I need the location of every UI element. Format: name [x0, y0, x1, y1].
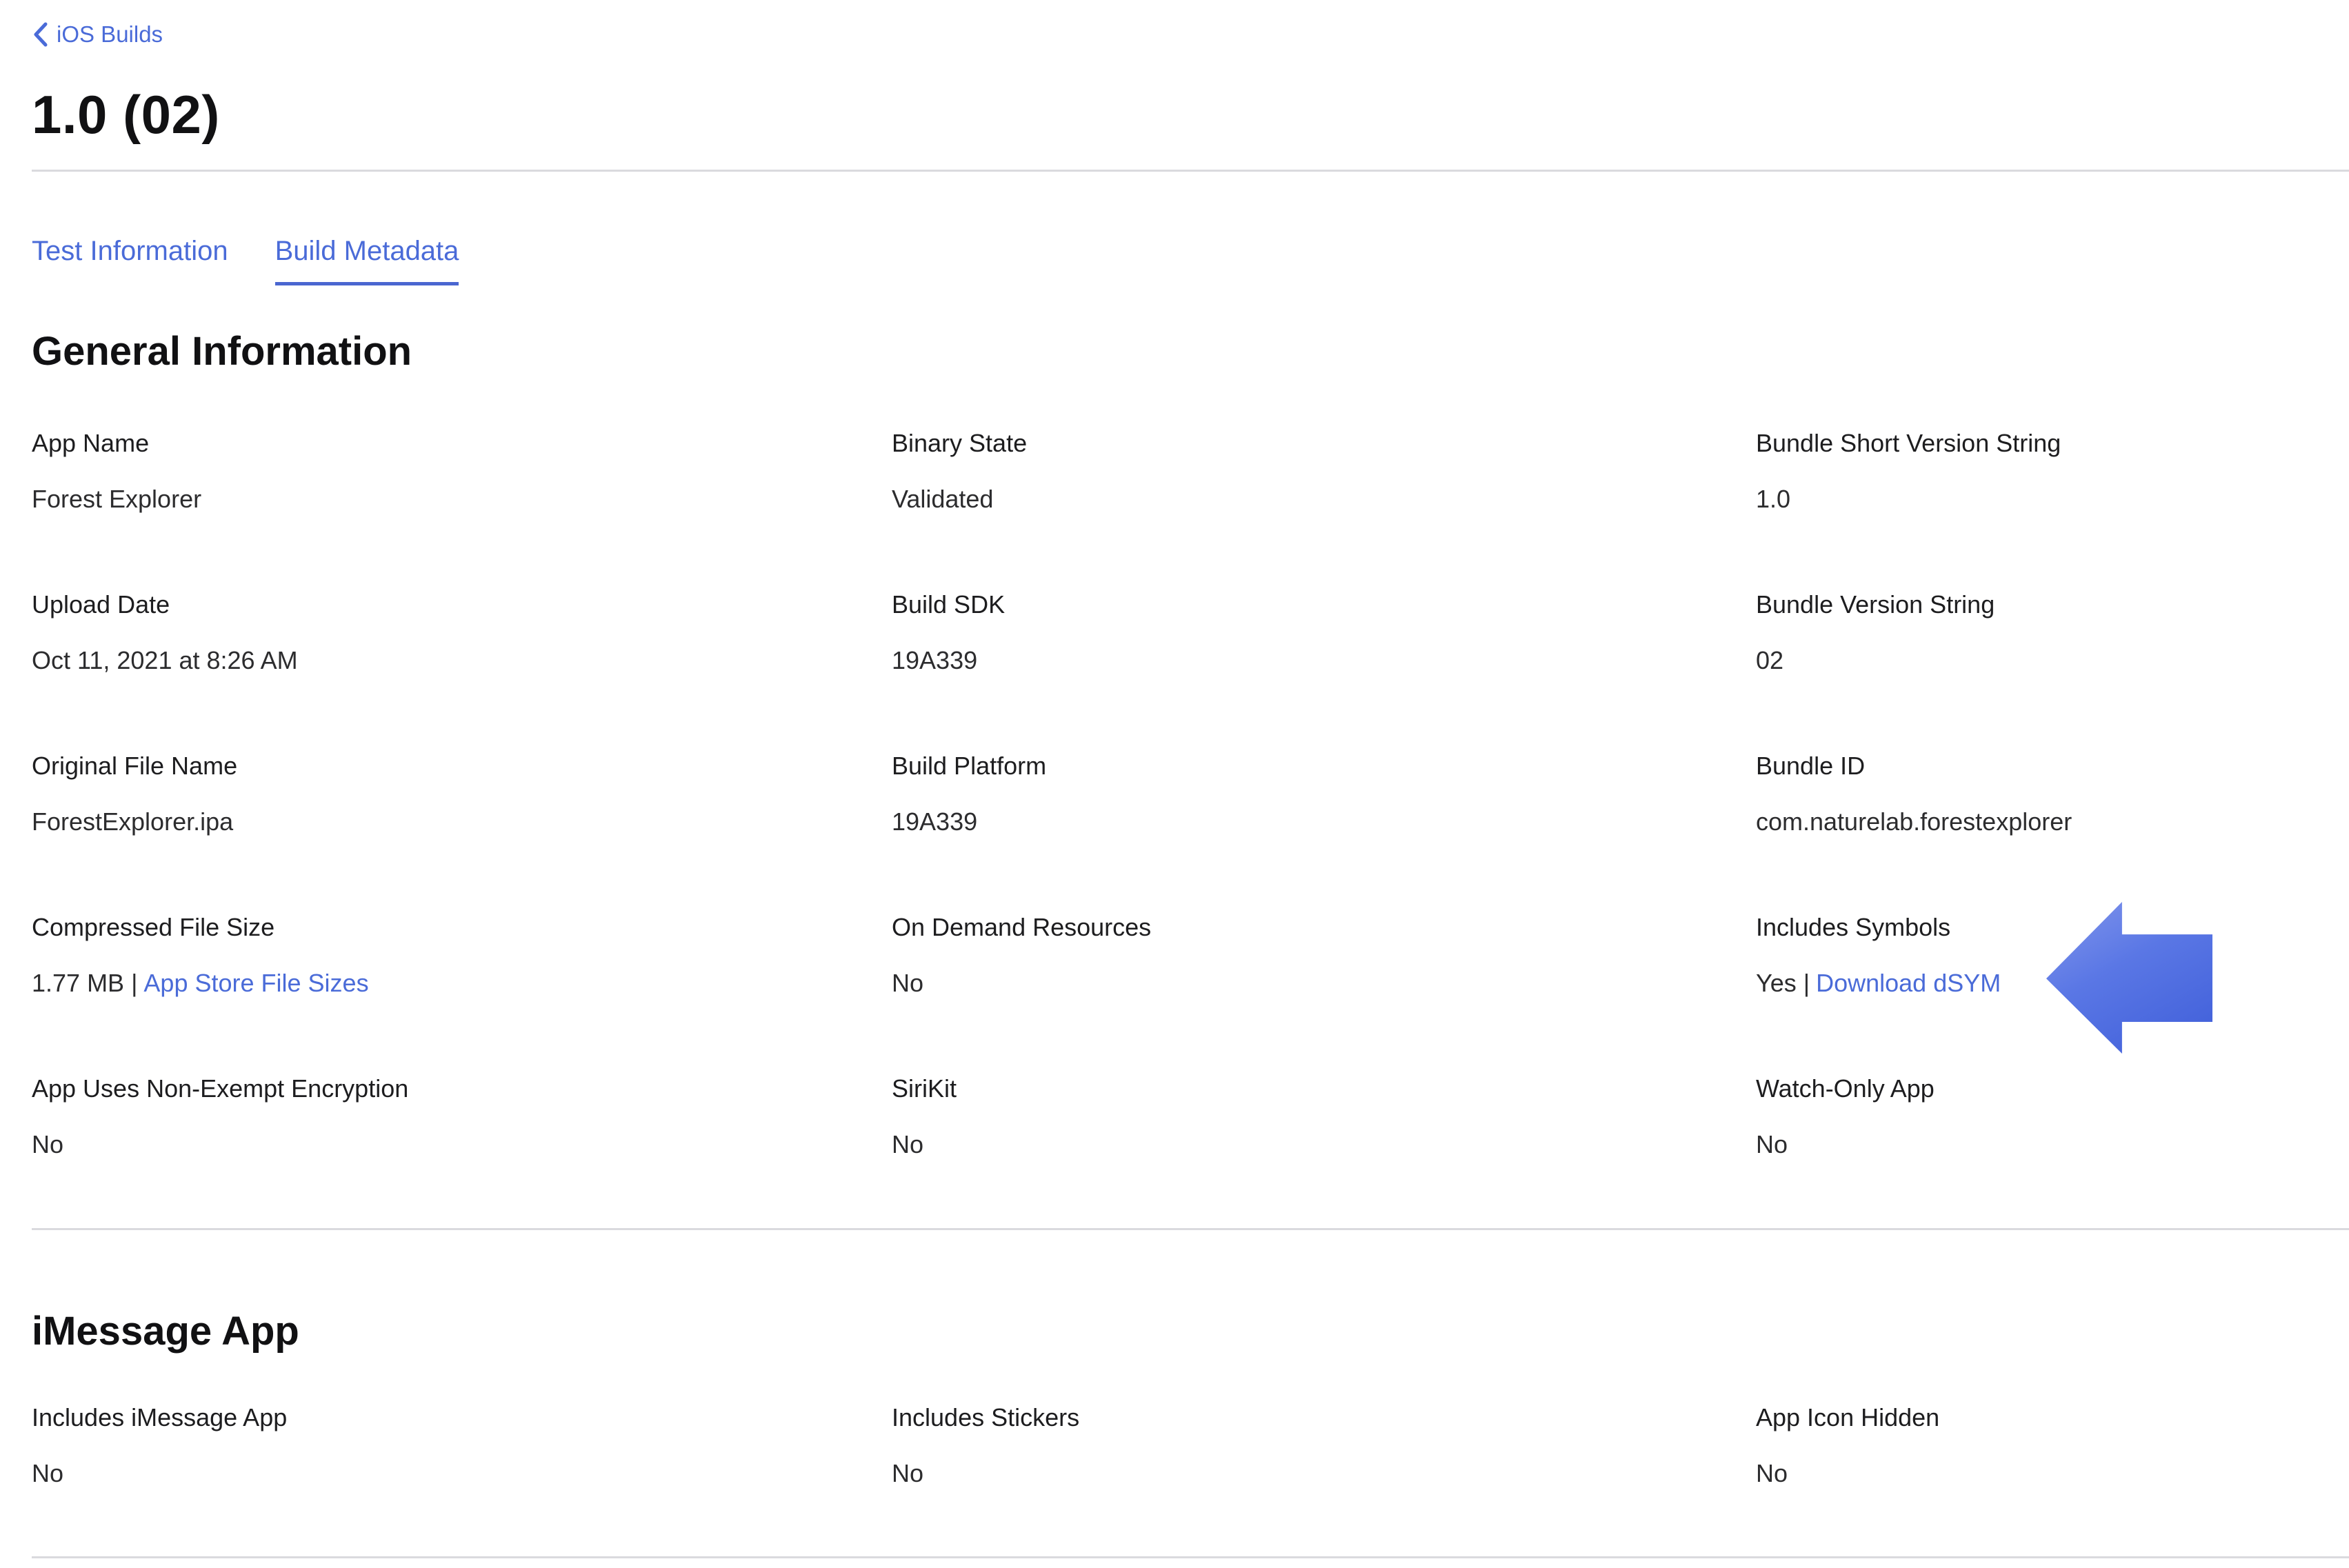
field-value: No: [1756, 1457, 2349, 1490]
field-includes-symbols: Includes Symbols Yes |Download dSYM: [1756, 911, 2349, 1000]
field-on-demand-resources: On Demand Resources No: [892, 911, 1756, 1000]
download-dsym-link[interactable]: Download dSYM: [1816, 969, 2001, 997]
field-label: Original File Name: [32, 750, 892, 783]
field-value: Oct 11, 2021 at 8:26 AM: [32, 644, 892, 677]
field-value: 19A339: [892, 805, 1756, 838]
field-row: Original File Name ForestExplorer.ipa Bu…: [32, 750, 2349, 838]
field-original-file-name: Original File Name ForestExplorer.ipa: [32, 750, 892, 838]
field-label: Upload Date: [32, 588, 892, 621]
field-value: No: [1756, 1128, 2349, 1161]
field-label: Binary State: [892, 427, 1756, 460]
field-compressed-file-size: Compressed File Size 1.77 MB |App Store …: [32, 911, 892, 1000]
field-value: 1.0: [1756, 483, 2349, 516]
field-label: Includes Symbols: [1756, 911, 2349, 944]
field-label: Bundle Short Version String: [1756, 427, 2349, 460]
field-value: 02: [1756, 644, 2349, 677]
page-title: 1.0 (02): [32, 83, 2349, 146]
field-bundle-version: Bundle Version String 02: [1756, 588, 2349, 677]
field-app-name: App Name Forest Explorer: [32, 427, 892, 516]
field-label: Build Platform: [892, 750, 1756, 783]
field-label: Build SDK: [892, 588, 1756, 621]
field-label: Compressed File Size: [32, 911, 892, 944]
field-non-exempt-encryption: App Uses Non-Exempt Encryption No: [32, 1072, 892, 1161]
field-value: 19A339: [892, 644, 1756, 677]
general-information-heading: General Information: [32, 328, 2349, 375]
field-label: App Icon Hidden: [1756, 1401, 2349, 1434]
breadcrumb-label: iOS Builds: [57, 19, 163, 50]
field-binary-state: Binary State Validated: [892, 427, 1756, 516]
field-includes-imessage-app: Includes iMessage App No: [32, 1401, 892, 1490]
app-store-file-sizes-link[interactable]: App Store File Sizes: [143, 969, 368, 997]
field-app-icon-hidden: App Icon Hidden No: [1756, 1401, 2349, 1490]
field-value: ForestExplorer.ipa: [32, 805, 892, 838]
field-row: Upload Date Oct 11, 2021 at 8:26 AM Buil…: [32, 588, 2349, 677]
field-bundle-short-version: Bundle Short Version String 1.0: [1756, 427, 2349, 516]
field-value: Validated: [892, 483, 1756, 516]
imessage-app-fields: Includes iMessage App No Includes Sticke…: [32, 1401, 2349, 1490]
field-value: com.naturelab.forestexplorer: [1756, 805, 2349, 838]
field-value: No: [892, 1128, 1756, 1161]
field-build-platform: Build Platform 19A339: [892, 750, 1756, 838]
general-information-fields: App Name Forest Explorer Binary State Va…: [32, 427, 2349, 1161]
field-label: Includes Stickers: [892, 1401, 1756, 1434]
field-includes-stickers: Includes Stickers No: [892, 1401, 1756, 1490]
field-row: Compressed File Size 1.77 MB |App Store …: [32, 911, 2349, 1000]
bottom-divider: [32, 1556, 2349, 1558]
tab-build-metadata[interactable]: Build Metadata: [275, 234, 459, 285]
file-size-text: 1.77 MB |: [32, 969, 137, 997]
field-label: On Demand Resources: [892, 911, 1756, 944]
field-value: 1.77 MB |App Store File Sizes: [32, 967, 892, 1000]
field-bundle-id: Bundle ID com.naturelab.forestexplorer: [1756, 750, 2349, 838]
field-row: App Uses Non-Exempt Encryption No SiriKi…: [32, 1072, 2349, 1161]
field-row: App Name Forest Explorer Binary State Va…: [32, 427, 2349, 516]
imessage-app-heading: iMessage App: [32, 1308, 2349, 1355]
field-label: Bundle ID: [1756, 750, 2349, 783]
field-value: No: [32, 1128, 892, 1161]
field-build-sdk: Build SDK 19A339: [892, 588, 1756, 677]
field-label: App Name: [32, 427, 892, 460]
tab-test-information[interactable]: Test Information: [32, 234, 228, 285]
field-label: Includes iMessage App: [32, 1401, 892, 1434]
build-metadata-page: iOS Builds 1.0 (02) Test Information Bui…: [0, 0, 2349, 1568]
field-sirikit: SiriKit No: [892, 1072, 1756, 1161]
field-row: Includes iMessage App No Includes Sticke…: [32, 1401, 2349, 1490]
field-value: Forest Explorer: [32, 483, 892, 516]
field-upload-date: Upload Date Oct 11, 2021 at 8:26 AM: [32, 588, 892, 677]
breadcrumb-back-link[interactable]: iOS Builds: [32, 19, 163, 50]
field-label: App Uses Non-Exempt Encryption: [32, 1072, 892, 1105]
tab-bar: Test Information Build Metadata: [32, 234, 2349, 285]
section-divider: [32, 1228, 2349, 1230]
field-label: Watch-Only App: [1756, 1072, 2349, 1105]
chevron-left-icon: [32, 21, 48, 48]
field-label: Bundle Version String: [1756, 588, 2349, 621]
field-label: SiriKit: [892, 1072, 1756, 1105]
field-watch-only-app: Watch-Only App No: [1756, 1072, 2349, 1161]
field-value: No: [32, 1457, 892, 1490]
field-value: No: [892, 1457, 1756, 1490]
includes-symbols-text: Yes |: [1756, 969, 1810, 997]
field-value: No: [892, 967, 1756, 1000]
title-divider: [32, 170, 2349, 172]
